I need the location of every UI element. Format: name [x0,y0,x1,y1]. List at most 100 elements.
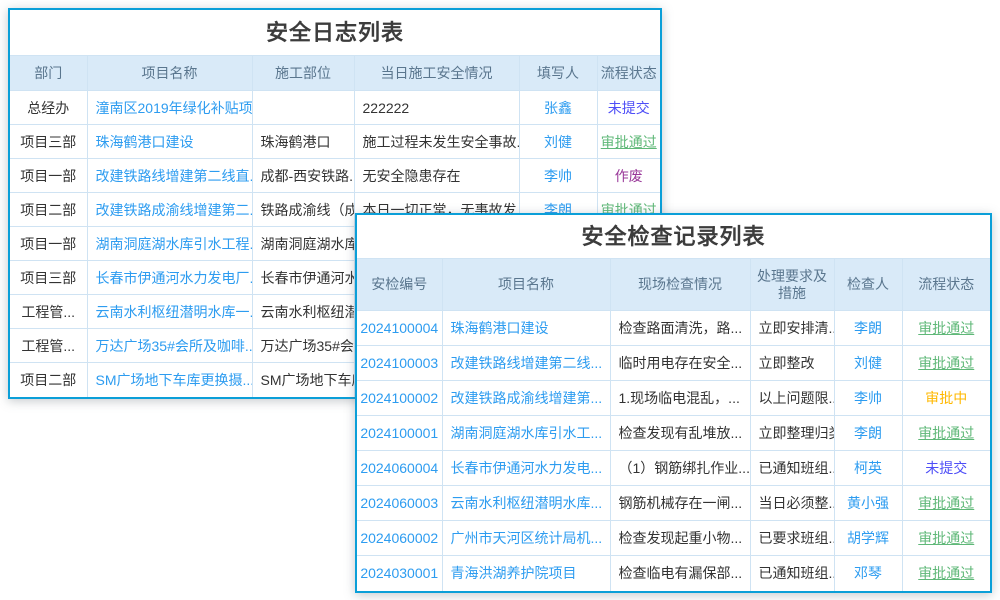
table-row: 2024060003云南水利枢纽潜明水库...钢筋机械存在一闸...当日必须整.… [357,486,990,521]
link-cell[interactable]: SM广场地下车库更换摄... [87,363,252,397]
link-cell[interactable]: 李帅 [834,381,902,416]
status-cell[interactable]: 审批通过 [597,125,660,159]
status-cell[interactable]: 审批通过 [902,311,990,346]
status-cell: 未提交 [902,451,990,486]
link-cell[interactable]: 李朗 [834,416,902,451]
link-cell[interactable]: 2024060002 [357,521,442,556]
link-cell[interactable]: 长春市伊通河水力发电... [442,451,610,486]
table-row: 项目三部珠海鹤港口建设珠海鹤港口施工过程未发生安全事故...刘健审批通过 [10,125,660,159]
table-row: 2024100001湖南洞庭湖水库引水工...检查发现有乱堆放...立即整理归类… [357,416,990,451]
text-cell: 项目三部 [10,125,87,159]
table-row: 总经办潼南区2019年绿化补贴项... 222222张鑫未提交 [10,91,660,125]
safety-log-title: 安全日志列表 [10,10,660,55]
link-cell[interactable]: 广州市天河区统计局机... [442,521,610,556]
col-header-inspector: 检查人 [834,259,902,311]
link-cell[interactable]: 李帅 [519,159,597,193]
text-cell [252,91,354,125]
inspection-header-row: 安检编号 项目名称 现场检查情况 处理要求及措施 检查人 流程状态 [357,259,990,311]
link-cell[interactable]: 柯英 [834,451,902,486]
link-cell[interactable]: 2024030001 [357,556,442,591]
link-cell[interactable]: 刘健 [519,125,597,159]
status-cell[interactable]: 审批通过 [902,521,990,556]
col-header-filler: 填写人 [519,56,597,91]
table-row: 2024100002改建铁路成渝线增建第...1.现场临电混乱，...以上问题限… [357,381,990,416]
link-cell[interactable]: 改建铁路成渝线增建第二... [87,193,252,227]
link-cell[interactable]: 改建铁路线增建第二线... [442,346,610,381]
table-row: 2024100004珠海鹤港口建设检查路面清洗，路...立即安排清...李朗审批… [357,311,990,346]
status-cell: 未提交 [597,91,660,125]
col-header-project-name: 项目名称 [87,56,252,91]
safety-log-header-row: 部门 项目名称 施工部位 当日施工安全情况 填写人 流程状态 [10,56,660,91]
status-cell[interactable]: 审批通过 [902,556,990,591]
link-cell[interactable]: 长春市伊通河水力发电厂... [87,261,252,295]
text-cell: 总经办 [10,91,87,125]
link-cell[interactable]: 改建铁路线增建第二线直... [87,159,252,193]
text-cell: 检查发现有乱堆放... [610,416,750,451]
col-header-inspection-id: 安检编号 [357,259,442,311]
status-cell: 作废 [597,159,660,193]
link-cell[interactable]: 张鑫 [519,91,597,125]
link-cell[interactable]: 万达广场35#会所及咖啡... [87,329,252,363]
text-cell: 已通知班组... [750,451,834,486]
link-cell[interactable]: 青海洪湖养护院项目 [442,556,610,591]
inspection-table-body: 2024100004珠海鹤港口建设检查路面清洗，路...立即安排清...李朗审批… [357,311,990,591]
link-cell[interactable]: 云南水利枢纽潜明水库一... [87,295,252,329]
text-cell: 立即整理归类 [750,416,834,451]
link-cell[interactable]: 2024100004 [357,311,442,346]
text-cell: 以上问题限... [750,381,834,416]
link-cell[interactable]: 珠海鹤港口建设 [442,311,610,346]
table-row: 2024060004长春市伊通河水力发电...（1）钢筋绑扎作业...已通知班组… [357,451,990,486]
link-cell[interactable]: 2024100002 [357,381,442,416]
link-cell[interactable]: 2024100003 [357,346,442,381]
text-cell: 工程管... [10,295,87,329]
text-cell: 立即整改 [750,346,834,381]
text-cell: 万达广场35#会... [252,329,354,363]
link-cell[interactable]: 云南水利枢纽潜明水库... [442,486,610,521]
text-cell: 222222 [354,91,519,125]
link-cell[interactable]: 黄小强 [834,486,902,521]
link-cell[interactable]: 潼南区2019年绿化补贴项... [87,91,252,125]
link-cell[interactable]: 刘健 [834,346,902,381]
col-header-flow-status: 流程状态 [902,259,990,311]
text-cell: 钢筋机械存在一闸... [610,486,750,521]
status-cell: 审批中 [902,381,990,416]
text-cell: 项目一部 [10,227,87,261]
inspection-record-title: 安全检查记录列表 [357,215,990,258]
text-cell: （1）钢筋绑扎作业... [610,451,750,486]
table-row: 2024100003改建铁路线增建第二线...临时用电存在安全...立即整改刘健… [357,346,990,381]
inspection-record-table: 安检编号 项目名称 现场检查情况 处理要求及措施 检查人 流程状态 202410… [357,258,990,591]
col-header-daily-safety: 当日施工安全情况 [354,56,519,91]
link-cell[interactable]: 改建铁路成渝线增建第... [442,381,610,416]
text-cell: 项目二部 [10,363,87,397]
link-cell[interactable]: 湖南洞庭湖水库引水工... [442,416,610,451]
text-cell: 铁路成渝线（成... [252,193,354,227]
link-cell[interactable]: 2024060003 [357,486,442,521]
text-cell: 长春市伊通河水... [252,261,354,295]
status-cell[interactable]: 审批通过 [902,486,990,521]
col-header-department: 部门 [10,56,87,91]
text-cell: 已通知班组... [750,556,834,591]
link-cell[interactable]: 胡学辉 [834,521,902,556]
link-cell[interactable]: 邓琴 [834,556,902,591]
link-cell[interactable]: 李朗 [834,311,902,346]
col-header-measures: 处理要求及措施 [750,259,834,311]
inspection-record-panel: 安全检查记录列表 安检编号 项目名称 现场检查情况 处理要求及措施 检查人 流程… [355,213,992,593]
link-cell[interactable]: 湖南洞庭湖水库引水工程... [87,227,252,261]
status-cell[interactable]: 审批通过 [902,416,990,451]
table-row: 项目一部改建铁路线增建第二线直...成都-西安铁路...无安全隐患存在李帅作废 [10,159,660,193]
text-cell: 检查临电有漏保部... [610,556,750,591]
link-cell[interactable]: 2024060004 [357,451,442,486]
text-cell: 项目二部 [10,193,87,227]
link-cell[interactable]: 2024100001 [357,416,442,451]
text-cell: 湖南洞庭湖水库 [252,227,354,261]
col-header-flow-status: 流程状态 [597,56,660,91]
table-row: 2024060002广州市天河区统计局机...检查发现起重小物...已要求班组.… [357,521,990,556]
status-cell[interactable]: 审批通过 [902,346,990,381]
text-cell: 成都-西安铁路... [252,159,354,193]
link-cell[interactable]: 珠海鹤港口建设 [87,125,252,159]
text-cell: 1.现场临电混乱，... [610,381,750,416]
text-cell: 云南水利枢纽潜... [252,295,354,329]
text-cell: 检查发现起重小物... [610,521,750,556]
col-header-construction-part: 施工部位 [252,56,354,91]
text-cell: 项目一部 [10,159,87,193]
